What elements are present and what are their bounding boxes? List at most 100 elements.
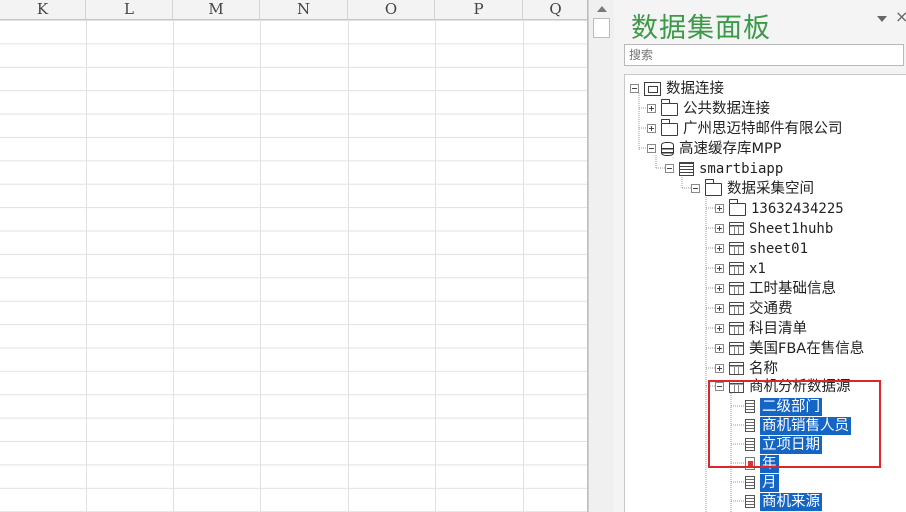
tree-node-item[interactable]: 美国FBA在售信息 [715,339,864,358]
field-icon [745,419,755,432]
grid-line [86,20,87,512]
scroll-thumb[interactable] [593,18,610,38]
tree-node-company-folder[interactable]: 广州思迈特邮件有限公司 [647,119,843,138]
expand-toggle-icon[interactable] [715,344,724,353]
tree-field-label: 年 [760,454,779,473]
tree-node-label: 商机分析数据源 [749,378,851,395]
tree-field-label: 月 [760,473,779,492]
tree-node-root[interactable]: 数据连接 [630,79,724,98]
expand-toggle-icon[interactable] [715,264,724,273]
grid-line [348,20,349,512]
spreadsheet-grid[interactable]: K L M N O P Q [0,0,588,512]
collapse-toggle-icon[interactable] [691,184,700,193]
database-icon [661,141,674,156]
tree-node-label: 工时基础信息 [749,280,836,297]
tree-node-label: 数据连接 [666,80,724,97]
folder-icon [704,179,722,196]
column-header-p[interactable]: P [435,0,523,19]
tree-field-item[interactable]: 立项日期 [745,435,822,454]
search-input[interactable] [624,44,904,66]
field-icon [745,476,755,489]
expand-toggle-icon[interactable] [647,124,656,133]
tree-node-label: 数据采集空间 [727,180,814,197]
grid-line [260,20,261,512]
collapse-toggle-icon[interactable] [647,144,656,153]
tree-node-item[interactable]: x1 [715,259,766,278]
tree-node-item[interactable]: 13632434225 [715,199,844,218]
table-icon [729,262,744,275]
tree-field-item[interactable]: 二级部门 [745,397,822,416]
tree-field-item[interactable]: 商机销售人员 [745,416,851,435]
table-icon [729,380,744,393]
expand-toggle-icon[interactable] [715,284,724,293]
folder-icon [660,99,678,116]
close-icon[interactable]: × [895,9,906,25]
tree-field-item[interactable]: 月 [745,473,779,492]
tree-node-item[interactable]: 名称 [715,359,778,378]
tree-node-item[interactable]: sheet01 [715,239,808,258]
table-icon [729,362,744,375]
collapse-toggle-icon[interactable] [630,84,639,93]
column-header-n[interactable]: N [260,0,348,19]
column-header-k[interactable]: K [0,0,86,19]
expand-toggle-icon[interactable] [715,324,724,333]
scroll-up-arrow-icon[interactable] [593,3,610,15]
expand-toggle-icon[interactable] [647,104,656,113]
collapse-toggle-icon[interactable] [715,382,724,391]
data-connection-icon [644,81,661,96]
expand-toggle-icon[interactable] [715,204,724,213]
field-icon [745,400,755,413]
column-header-o[interactable]: O [348,0,435,19]
cell-grid[interactable] [0,20,588,512]
expand-toggle-icon[interactable] [715,364,724,373]
panel-menu-dropdown-icon[interactable] [876,14,888,24]
tree-node-label: 美国FBA在售信息 [749,340,865,357]
tree-node-collection-space[interactable]: 数据采集空间 [691,179,814,198]
table-icon [729,222,744,235]
tree-node-label: x1 [749,260,766,277]
column-header-q[interactable]: Q [523,0,588,19]
tree-field-label: 立项日期 [760,435,822,454]
tree-field-label: 商机销售人员 [760,416,851,435]
grid-line [523,20,524,512]
tree-node-item[interactable]: Sheet1huhb [715,219,833,238]
collapse-toggle-icon[interactable] [665,164,674,173]
tree-node-item[interactable]: 工时基础信息 [715,279,836,298]
tree-node-cache-db[interactable]: 高速缓存库MPP [647,139,782,158]
dataset-tree[interactable]: 数据连接 公共数据连接 广州思迈特邮件有限公司 高速缓存库MPP smartbi… [624,74,906,512]
table-icon [729,282,744,295]
tree-node-label: 13632434225 [751,200,844,217]
column-header-m[interactable]: M [173,0,260,19]
field-icon [745,438,755,451]
vertical-scrollbar[interactable] [588,0,614,512]
table-icon [729,302,744,315]
tree-field-item[interactable]: 商机来源 [745,492,822,511]
tree-field-item[interactable]: 年 [745,454,779,473]
tree-node-smartbiapp[interactable]: smartbiapp [665,159,783,178]
tree-node-label: Sheet1huhb [749,220,834,237]
table-icon [729,322,744,335]
field-icon [745,495,755,508]
tree-node-opportunity-table[interactable]: 商机分析数据源 [715,377,851,396]
tree-node-label: smartbiapp [699,160,784,177]
tree-node-label: 科目清单 [749,320,807,337]
tree-field-label: 二级部门 [760,397,822,416]
tree-node-label: sheet01 [749,240,809,257]
tree-node-label: 广州思迈特邮件有限公司 [683,120,843,137]
expand-toggle-icon[interactable] [715,304,724,313]
column-header-l[interactable]: L [86,0,173,19]
tree-node-item[interactable]: 交通费 [715,299,793,318]
tree-field-label: 商机来源 [760,492,822,511]
expand-toggle-icon[interactable] [715,224,724,233]
tree-node-label: 公共数据连接 [683,100,770,117]
folder-icon [728,199,746,216]
tree-node-label: 高速缓存库MPP [679,140,782,157]
folder-icon [660,119,678,136]
tree-node-public-connection[interactable]: 公共数据连接 [647,99,770,118]
expand-toggle-icon[interactable] [715,244,724,253]
tree-node-label: 交通费 [749,300,793,317]
dataset-panel: 数据集面板 × 搜索 数据连接 公共数据连接 广州思迈特邮件有限公司 高速缓存库… [614,0,906,512]
tree-node-item[interactable]: 科目清单 [715,319,807,338]
grid-line [435,20,436,512]
schema-icon [679,161,694,176]
